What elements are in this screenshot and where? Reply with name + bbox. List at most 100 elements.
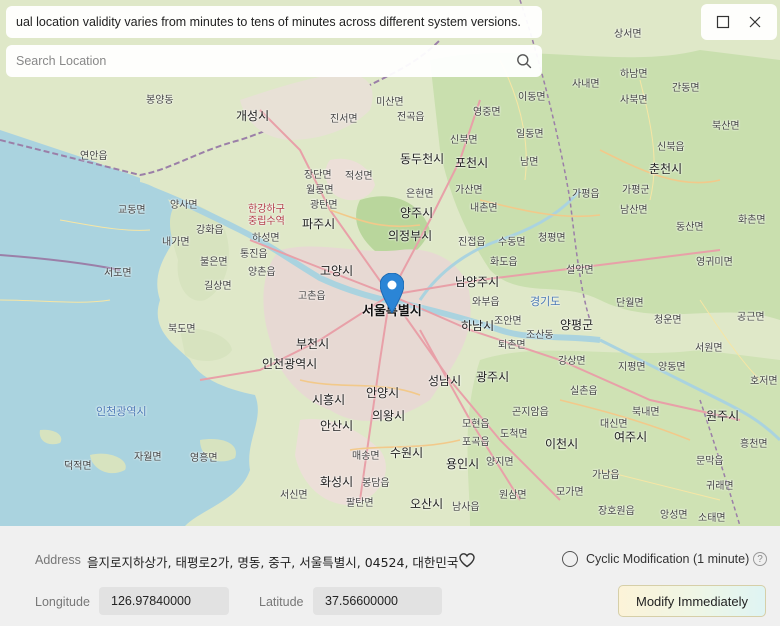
favorite-heart-icon[interactable] [458, 551, 476, 569]
label-dongducheon: 동두천시 [400, 152, 445, 166]
label-goyang: 고양시 [320, 264, 354, 278]
label-bukdo: 북도면 [168, 324, 196, 335]
longitude-value: 126.97840000 [111, 594, 191, 608]
label-seorak: 설악면 [566, 265, 594, 276]
notice-bar: ual location validity varies from minute… [6, 6, 542, 38]
label-sudong: 수동면 [498, 237, 526, 248]
label-heungcheon: 흥천면 [740, 439, 768, 450]
label-yangji: 양지면 [486, 457, 514, 468]
label-jeongok: 전곡읍 [397, 112, 425, 123]
notice-text: ual location validity varies from minute… [16, 15, 521, 29]
label-jangho: 장호원읍 [598, 506, 635, 517]
label-yeoju: 여주시 [614, 430, 648, 444]
label-buknae: 북내면 [632, 407, 660, 418]
label-toechon: 퇴촌면 [498, 340, 526, 351]
label-gwangtan: 광탄면 [310, 200, 338, 211]
label-naechon: 내촌면 [470, 203, 498, 214]
label-yangsa: 양사면 [170, 200, 198, 211]
cyclic-modification-radio[interactable] [562, 551, 578, 567]
label-seodo: 서도면 [104, 268, 132, 279]
label-incheon: 인천광역시 [262, 357, 318, 371]
label-uijeongbu: 의정부시 [388, 229, 433, 243]
label-tongjin: 통진읍 [240, 249, 268, 260]
longitude-field[interactable]: 126.97840000 [99, 587, 229, 615]
label-osan: 오산시 [410, 497, 444, 511]
label-sangseo: 상서면 [614, 29, 642, 40]
map-view[interactable]: 서울특별시 고양시 파주시 의정부시 양주시 남양주시 하남시 성남시 광주시 … [0, 0, 780, 526]
search-input[interactable] [16, 54, 516, 68]
address-label: Address [35, 553, 81, 567]
label-pogok: 포곡읍 [462, 437, 490, 448]
label-seongnam: 성남시 [428, 374, 462, 388]
label-yeonan: 연안읍 [80, 151, 108, 162]
label-gilsang: 길상면 [204, 281, 232, 292]
label-wabu: 와부읍 [472, 297, 500, 308]
label-yongin: 용인시 [446, 457, 480, 471]
address-value: 을지로지하상가, 태평로2가, 명동, 중구, 서울특별시, 04524, 대한… [87, 555, 459, 570]
label-idong: 이동면 [518, 92, 546, 103]
label-gangsang: 강상면 [558, 356, 586, 367]
label-sabuk: 사북면 [620, 95, 648, 106]
location-marker-icon[interactable] [380, 273, 404, 313]
label-dangun: 단월면 [616, 298, 644, 309]
label-ganghwa: 강화읍 [196, 225, 224, 236]
label-jeokseong: 적성면 [345, 171, 373, 182]
label-yangchon: 양촌읍 [248, 267, 276, 278]
label-cheongpyeong: 청평면 [538, 233, 566, 244]
label-sinbuk: 신북면 [450, 135, 478, 146]
label-gaesong: 개성시 [236, 109, 270, 123]
label-seosin: 서신면 [280, 490, 308, 501]
close-icon [749, 16, 761, 28]
label-docheok: 도척면 [500, 429, 528, 440]
label-moga: 모가면 [556, 487, 584, 498]
label-paju: 파주시 [302, 217, 336, 231]
label-icheon: 이천시 [545, 437, 579, 451]
maximize-button[interactable] [709, 8, 737, 36]
label-gasan: 가산면 [455, 185, 483, 196]
label-yeonggwi: 영귀미면 [696, 257, 733, 268]
label-paltan: 팔탄면 [346, 498, 374, 509]
label-chuncheon: 춘천시 [649, 162, 683, 176]
label-sochae: 소태면 [698, 513, 726, 524]
label-siheung: 시흥시 [312, 393, 346, 407]
search-bar[interactable] [6, 45, 542, 77]
label-jinseo: 진서면 [330, 114, 358, 125]
close-button[interactable] [741, 8, 769, 36]
label-namyeon: 남면 [520, 157, 539, 168]
label-incheon-sea: 인천광역시 [96, 405, 147, 418]
label-sanae: 사내면 [572, 79, 600, 90]
label-yangdong: 양동면 [658, 362, 686, 373]
label-gapyeong2: 가평군 [622, 185, 650, 196]
label-bongyang: 봉양동 [146, 95, 174, 106]
label-yangju: 양주시 [400, 206, 434, 220]
help-icon[interactable]: ? [753, 552, 767, 566]
longitude-label: Longitude [35, 595, 90, 609]
latitude-label: Latitude [259, 595, 304, 609]
label-joan: 조안면 [494, 316, 522, 327]
window-controls [701, 4, 777, 40]
label-angseong: 앙성면 [660, 510, 688, 521]
label-buksan: 북산면 [712, 121, 740, 132]
label-hwachon: 화촌면 [738, 215, 766, 226]
label-jawol: 자월면 [134, 452, 162, 463]
label-gandong: 간동면 [672, 83, 700, 94]
label-deokjeok: 덕적면 [64, 461, 92, 472]
label-namsa: 남사읍 [452, 502, 480, 513]
label-uiwang: 의왕시 [372, 409, 406, 423]
label-gamdo: 가남읍 [592, 470, 620, 481]
label-wonsam: 원삼면 [499, 490, 527, 501]
label-bucheon: 부천시 [296, 337, 330, 351]
search-icon[interactable] [516, 53, 532, 69]
label-wollong: 월롱면 [306, 185, 334, 196]
label-sinbuk2: 신북읍 [657, 142, 685, 153]
cyclic-modification-label: Cyclic Modification (1 minute) [586, 552, 750, 566]
label-dongsan: 동산면 [676, 222, 704, 233]
modify-immediately-button[interactable]: Modify Immediately [618, 585, 766, 617]
label-silchon: 실촌읍 [570, 386, 598, 397]
label-gwangju: 광주시 [476, 370, 510, 384]
label-naega: 내가면 [162, 237, 190, 248]
latitude-field[interactable]: 37.56600000 [313, 587, 442, 615]
maximize-icon [716, 15, 730, 29]
label-seowon: 서원면 [695, 343, 723, 354]
label-hwaseong: 화성시 [320, 475, 354, 489]
